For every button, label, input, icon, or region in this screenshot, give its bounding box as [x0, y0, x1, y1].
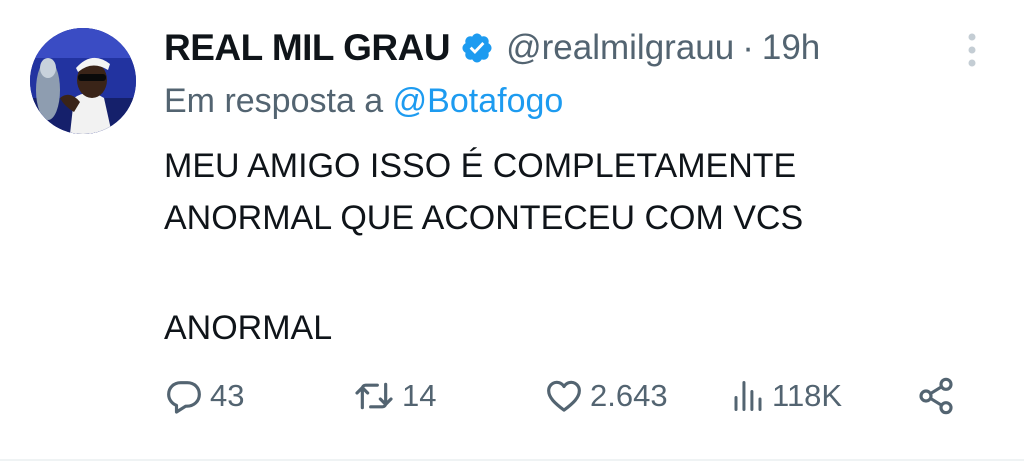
reply-count: 43	[210, 378, 245, 413]
heart-icon	[547, 380, 581, 412]
user-handle[interactable]: @realmilgrauu	[506, 28, 734, 68]
like-count: 2.643	[590, 378, 668, 413]
views-button[interactable]: 118K	[730, 372, 842, 420]
verified-badge-icon	[460, 31, 494, 65]
reply-context: Em resposta a @Botafogo	[164, 82, 563, 121]
action-bar: 43 14 2.643 118K	[164, 372, 964, 420]
timestamp[interactable]: 19h	[762, 28, 820, 68]
reply-icon	[167, 381, 201, 414]
share-icon	[919, 377, 953, 415]
tweet-text-line: ANORMAL	[164, 309, 333, 347]
views-count: 118K	[772, 378, 843, 413]
tweet-text: MEU AMIGO ISSO É COMPLETAMENTE ANORMAL Q…	[164, 140, 984, 354]
tweet-header: REAL MIL GRAU @realmilgrauu · 19h	[164, 24, 820, 72]
tweet-text-line: ANORMAL QUE ACONTECEU COM VCS	[164, 199, 804, 237]
reply-to-link[interactable]: @Botafogo	[393, 82, 564, 120]
avatar-image	[30, 28, 136, 134]
retweet-count: 14	[402, 378, 437, 413]
display-name[interactable]: REAL MIL GRAU	[164, 27, 451, 69]
retweet-button[interactable]: 14	[352, 372, 436, 420]
tweet-text-line	[164, 244, 984, 302]
avatar[interactable]	[30, 28, 136, 134]
like-button[interactable]: 2.643	[544, 372, 668, 420]
share-button[interactable]	[916, 372, 956, 420]
tweet-text-line: MEU AMIGO ISSO É COMPLETAMENTE	[164, 147, 797, 185]
more-vertical-icon[interactable]	[960, 32, 984, 68]
views-chart-icon	[734, 381, 762, 411]
separator-dot: ·	[742, 28, 754, 67]
reply-prefix: Em resposta a	[164, 82, 384, 120]
retweet-icon	[355, 382, 393, 410]
reply-button[interactable]: 43	[164, 372, 244, 420]
tweet-card[interactable]: REAL MIL GRAU @realmilgrauu · 19h Em res…	[0, 0, 1024, 461]
